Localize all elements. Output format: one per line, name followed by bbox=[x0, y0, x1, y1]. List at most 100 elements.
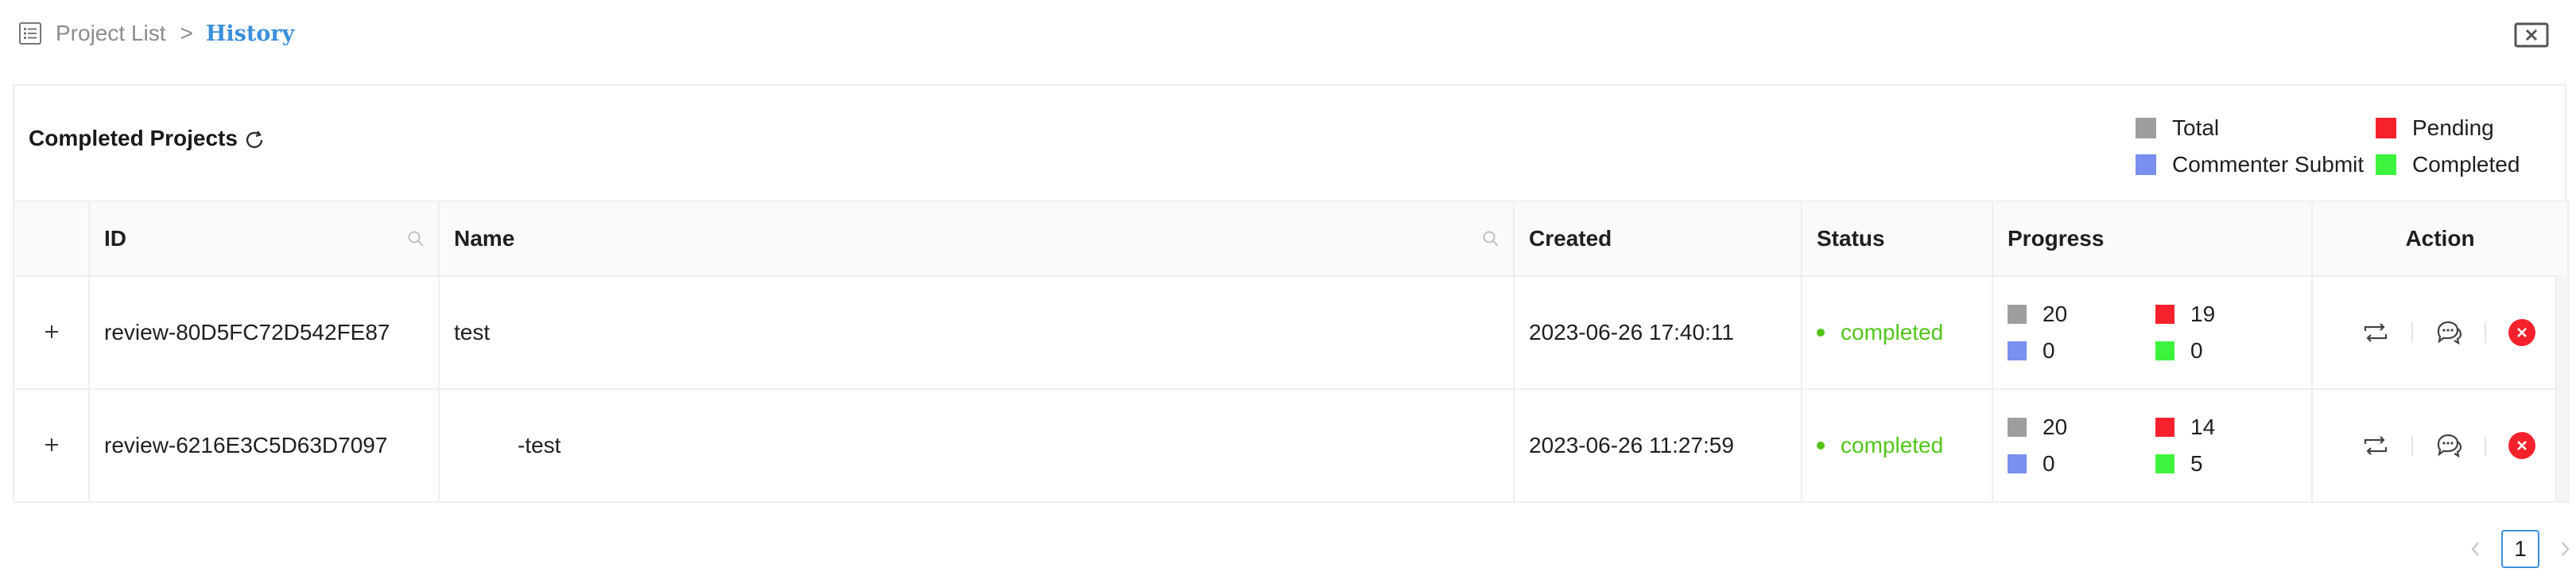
refresh-button[interactable] bbox=[242, 127, 267, 153]
breadcrumb-root-link[interactable]: Project List bbox=[56, 21, 166, 46]
table-row: review-80D5FC72D542FE87 test 2023-06-26 … bbox=[14, 276, 2569, 390]
swatch-total bbox=[2008, 305, 2027, 324]
swatch-pending bbox=[2155, 418, 2174, 437]
table-scrollbar[interactable] bbox=[2555, 275, 2566, 501]
column-header-label: Progress bbox=[2008, 226, 2105, 251]
progress-value: 20 bbox=[2043, 302, 2068, 326]
table-row: review-6216E3C5D63D7097 -test 2023-06-26… bbox=[14, 389, 2569, 503]
column-header-label: Action bbox=[2405, 226, 2475, 251]
progress-total: 20 bbox=[2008, 415, 2155, 440]
legend-swatch-completed bbox=[2376, 154, 2396, 175]
expand-row-button[interactable] bbox=[40, 433, 64, 457]
retry-icon bbox=[2364, 323, 2388, 342]
legend-swatch-total bbox=[2136, 118, 2156, 138]
swatch-completed bbox=[2155, 341, 2174, 360]
legend-item-pending: Pending bbox=[2376, 110, 2520, 146]
table-header-row: ID Name Created Status Progress Action bbox=[14, 201, 2569, 277]
name-cell: -test bbox=[439, 389, 1515, 503]
name-cell: test bbox=[439, 276, 1515, 390]
list-icon[interactable] bbox=[17, 21, 43, 46]
row-actions bbox=[2327, 316, 2567, 349]
progress-value: 19 bbox=[2190, 302, 2216, 326]
progress-cell: 20 14 0 5 bbox=[1992, 389, 2313, 503]
top-bar: Project List > History bbox=[0, 0, 2576, 67]
column-header-progress: Progress bbox=[1992, 201, 2313, 277]
id-cell: review-80D5FC72D542FE87 bbox=[89, 276, 440, 390]
expand-column-header bbox=[14, 201, 90, 277]
legend-swatch-commenter-submit bbox=[2136, 154, 2156, 175]
search-icon[interactable] bbox=[406, 229, 425, 248]
panel-title: Completed Projects bbox=[29, 126, 238, 150]
status-dot bbox=[1817, 442, 1825, 450]
legend-item-commenter-submit: Commenter Submit bbox=[2136, 146, 2364, 183]
column-header-name[interactable]: Name bbox=[439, 201, 1515, 277]
expand-cell bbox=[14, 389, 90, 503]
action-cell bbox=[2312, 389, 2569, 503]
id-cell: review-6216E3C5D63D7097 bbox=[89, 389, 440, 503]
progress-grid: 20 14 0 5 bbox=[2008, 415, 2311, 477]
comments-icon bbox=[2437, 321, 2462, 345]
legend-column-1: Total Commenter Submit bbox=[2136, 110, 2364, 183]
status-badge: completed bbox=[1817, 433, 1992, 458]
progress-cell: 20 19 0 0 bbox=[1992, 276, 2313, 390]
progress-pending: 14 bbox=[2155, 415, 2283, 440]
comments-button[interactable] bbox=[2432, 316, 2465, 349]
comments-icon bbox=[2437, 434, 2462, 458]
breadcrumb-separator: > bbox=[180, 21, 193, 45]
status-text: completed bbox=[1841, 320, 1944, 345]
progress-value: 0 bbox=[2190, 338, 2203, 363]
legend-label: Pending bbox=[2412, 115, 2494, 140]
legend-label: Commenter Submit bbox=[2172, 152, 2365, 177]
chevron-right-icon bbox=[2562, 542, 2570, 556]
delete-button[interactable] bbox=[2505, 429, 2539, 462]
retry-icon bbox=[2364, 436, 2388, 455]
progress-completed: 0 bbox=[2155, 338, 2283, 364]
swatch-commenter-submit bbox=[2008, 341, 2027, 360]
column-header-label: ID bbox=[104, 226, 126, 251]
page-button-current[interactable]: 1 bbox=[2501, 530, 2539, 568]
delete-icon bbox=[2508, 432, 2535, 459]
retry-button[interactable] bbox=[2359, 429, 2392, 462]
status-dot bbox=[1817, 329, 1825, 337]
action-divider bbox=[2411, 322, 2413, 343]
legend-column-2: Pending Completed bbox=[2376, 110, 2520, 183]
swatch-pending bbox=[2155, 305, 2174, 324]
progress-value: 14 bbox=[2190, 415, 2216, 439]
comments-button[interactable] bbox=[2432, 429, 2465, 462]
legend-item-completed: Completed bbox=[2376, 146, 2520, 183]
legend-label: Total bbox=[2172, 115, 2220, 140]
refresh-icon bbox=[246, 130, 263, 149]
progress-total: 20 bbox=[2008, 302, 2155, 327]
progress-grid: 20 19 0 0 bbox=[2008, 302, 2311, 364]
column-header-action: Action bbox=[2312, 201, 2569, 277]
next-page-button[interactable] bbox=[2549, 533, 2576, 565]
status-cell: completed bbox=[1802, 389, 1993, 503]
plus-icon bbox=[45, 325, 58, 338]
column-header-id[interactable]: ID bbox=[89, 201, 440, 277]
close-button[interactable] bbox=[2514, 21, 2549, 49]
progress-commenter-submit: 0 bbox=[2008, 338, 2155, 364]
action-divider bbox=[2411, 435, 2413, 456]
pagination: 1 bbox=[2460, 530, 2576, 568]
legend-swatch-pending bbox=[2376, 118, 2396, 138]
prev-page-button[interactable] bbox=[2460, 533, 2492, 565]
swatch-total bbox=[2008, 418, 2027, 437]
action-divider bbox=[2485, 435, 2486, 456]
completed-projects-panel: Completed Projects Total Commenter Submi… bbox=[13, 84, 2569, 503]
swatch-completed bbox=[2155, 454, 2174, 473]
action-divider bbox=[2485, 322, 2486, 343]
search-icon[interactable] bbox=[1481, 229, 1500, 248]
row-actions bbox=[2327, 429, 2567, 462]
progress-value: 0 bbox=[2043, 451, 2055, 476]
expand-row-button[interactable] bbox=[40, 320, 64, 344]
legend-item-total: Total bbox=[2136, 110, 2364, 146]
delete-button[interactable] bbox=[2505, 316, 2539, 349]
created-cell: 2023-06-26 17:40:11 bbox=[1514, 276, 1802, 390]
delete-icon bbox=[2508, 319, 2535, 346]
name-text: -test bbox=[518, 433, 561, 457]
created-cell: 2023-06-26 11:27:59 bbox=[1514, 389, 1802, 503]
column-header-label: Name bbox=[454, 226, 515, 251]
action-cell bbox=[2312, 276, 2569, 390]
chevron-left-icon bbox=[2471, 542, 2479, 556]
retry-button[interactable] bbox=[2359, 316, 2392, 349]
